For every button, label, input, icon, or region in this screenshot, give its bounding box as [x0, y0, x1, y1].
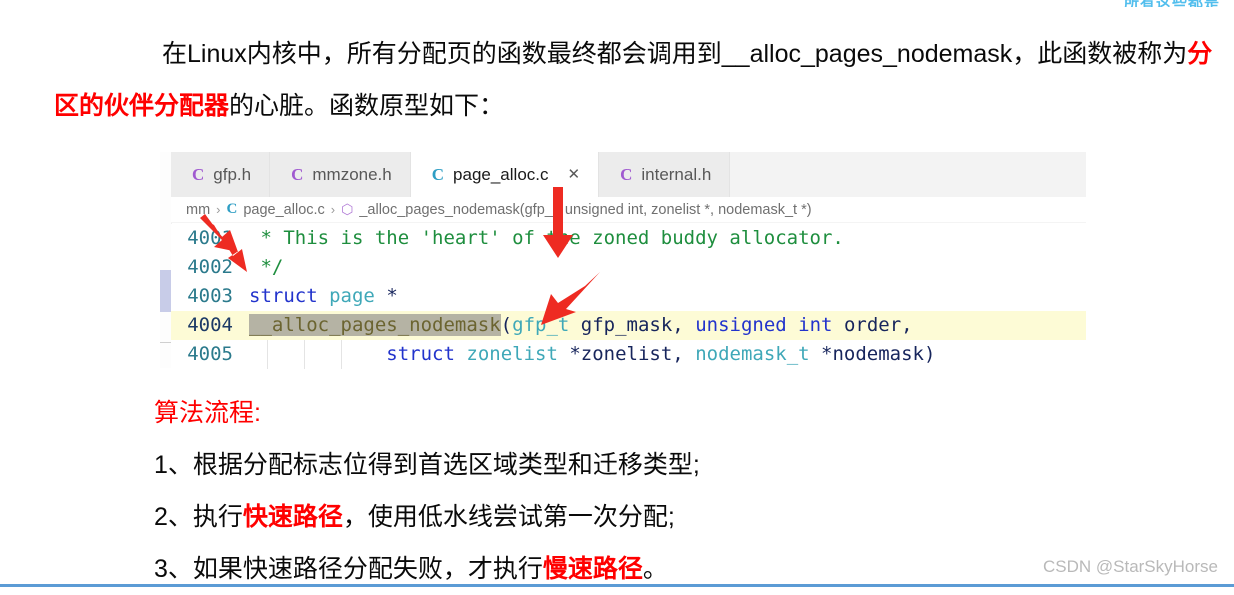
code-token: struct: [249, 285, 318, 307]
code-token: int: [798, 314, 833, 336]
code-token: (: [500, 314, 513, 336]
editor-tab-label: internal.h: [641, 164, 712, 184]
editor-tab-internal-h[interactable]: Cinternal.h: [599, 152, 731, 197]
code-token: order: [843, 314, 902, 336]
symbol-method-icon: ⬡: [341, 201, 354, 217]
editor-tab-page-alloc-c[interactable]: Cpage_alloc.c ✕: [410, 152, 600, 197]
code-token: unsigned: [695, 314, 787, 336]
c-file-icon: C: [291, 164, 304, 184]
code-token: * This is the 'heart' of the zoned buddy…: [249, 227, 844, 249]
line-number: 4003: [187, 285, 233, 307]
breadcrumb-folder[interactable]: mm: [186, 202, 210, 218]
code-token: __alloc_pages_nodemask: [249, 314, 501, 336]
bottom-rule: [0, 584, 1234, 587]
c-file-icon: C: [192, 164, 205, 184]
indent-guide: [341, 340, 342, 369]
editor-tab-gfp-h[interactable]: Cgfp.h: [171, 152, 271, 197]
editor-tab-label: gfp.h: [213, 164, 252, 184]
code-token: ,: [672, 343, 696, 365]
editor-tab-label: mmzone.h: [312, 164, 392, 184]
overview-ruler-marker: [160, 270, 171, 312]
algorithm-title: 算法流程:: [154, 399, 261, 427]
c-file-icon: C: [226, 201, 238, 217]
algorithm-item-suffix: ，使用低水线尝试第一次分配;: [342, 503, 675, 531]
editor-tab-bar: Cgfp.h Cmmzone.h Cpage_alloc.c ✕ Cinternal.h: [171, 152, 1086, 197]
algorithm-item: 1、根据分配标志位得到首选区域类型和迁移类型;: [154, 439, 700, 491]
indent-guide: [304, 340, 305, 369]
code-token: gfp_t: [512, 314, 570, 336]
code-token: struct: [386, 343, 455, 365]
code-editor-panel: Cgfp.h Cmmzone.h Cpage_alloc.c ✕ Cinternal.h…: [160, 152, 1086, 369]
chevron-right-icon-2: ›: [330, 202, 336, 217]
code-token: page: [329, 285, 375, 307]
overview-ruler-divider: [160, 342, 171, 343]
code-token: *: [386, 285, 398, 307]
code-token: ,: [672, 314, 696, 336]
algorithm-item: 2、执行快速路径，使用低水线尝试第一次分配;: [154, 491, 700, 543]
code-token: gfp_mask: [580, 314, 673, 336]
code-token: zonelist: [466, 343, 558, 365]
algorithm-item-prefix: 3、如果快速路径分配失败，才执行: [154, 555, 543, 583]
close-icon[interactable]: ✕: [568, 167, 581, 182]
code-line[interactable]: 4004 __alloc_pages_nodemask(gfp_t gfp_mas…: [171, 311, 1086, 340]
c-file-icon: C: [431, 164, 445, 184]
line-number: 4001: [187, 227, 233, 249]
algorithm-item-prefix: 2、执行: [154, 503, 243, 531]
c-file-icon: C: [620, 164, 633, 184]
code-token: *zonelist: [569, 343, 673, 365]
line-number: 4004: [187, 314, 233, 336]
algorithm-item-suffix: 。: [642, 555, 668, 583]
top-cut-text: 所有这些都是: [1124, 0, 1220, 7]
algorithm-item-prefix: 1、根据分配标志位得到首选区域类型和迁移类型;: [154, 451, 700, 479]
breadcrumb: mm › C page_alloc.c › ⬡ _alloc_pages_nod…: [171, 197, 1086, 223]
algorithm-flow: 算法流程: 1、根据分配标志位得到首选区域类型和迁移类型; 2、执行快速路径，使用…: [154, 387, 700, 595]
algorithm-item-highlight: 慢速路径: [542, 555, 643, 583]
algorithm-items: 1、根据分配标志位得到首选区域类型和迁移类型; 2、执行快速路径，使用低水线尝试第…: [154, 439, 700, 595]
editor-tab-label: page_alloc.c: [453, 164, 549, 184]
line-number: 4002: [187, 256, 233, 278]
chevron-right-icon: ›: [216, 202, 221, 217]
breadcrumb-file[interactable]: page_alloc.c: [243, 202, 324, 218]
line-number: 4005: [187, 343, 233, 365]
code-line[interactable]: 4003 struct page *: [171, 282, 1086, 311]
code-token: ,: [901, 314, 913, 336]
paragraph-text-part2: 的心脏。函数原型如下：: [229, 92, 505, 120]
code-line[interactable]: 4002 */: [171, 253, 1086, 282]
code-content[interactable]: 4001 * This is the 'heart' of the zoned …: [171, 224, 1086, 369]
breadcrumb-symbol[interactable]: _alloc_pages_nodemask(gfp_t, unsigned in…: [359, 202, 811, 218]
indent-guide: [267, 340, 268, 369]
editor-tab-mmzone-h[interactable]: Cmmzone.h: [270, 152, 411, 197]
paragraph-text-part1: 在Linux内核中，所有分配页的函数最终都会调用到__alloc_pages_n…: [162, 40, 1188, 68]
tab-bar-filler: [730, 152, 1086, 197]
code-token: ): [923, 343, 936, 365]
code-line[interactable]: 4001 * This is the 'heart' of the zoned …: [171, 224, 1086, 253]
intro-paragraph: 在Linux内核中，所有分配页的函数最终都会调用到__alloc_pages_n…: [54, 28, 1220, 132]
algorithm-item: 3、如果快速路径分配失败，才执行慢速路径。: [154, 543, 700, 595]
code-token: */: [249, 256, 284, 278]
code-token: *nodemask: [821, 343, 924, 365]
code-line[interactable]: 4005 struct zonelist *zonelist, nodemask…: [171, 340, 1086, 369]
algorithm-item-highlight: 快速路径: [242, 503, 343, 531]
code-token: nodemask_t: [695, 343, 810, 365]
watermark: CSDN @StarSkyHorse: [1042, 557, 1218, 576]
